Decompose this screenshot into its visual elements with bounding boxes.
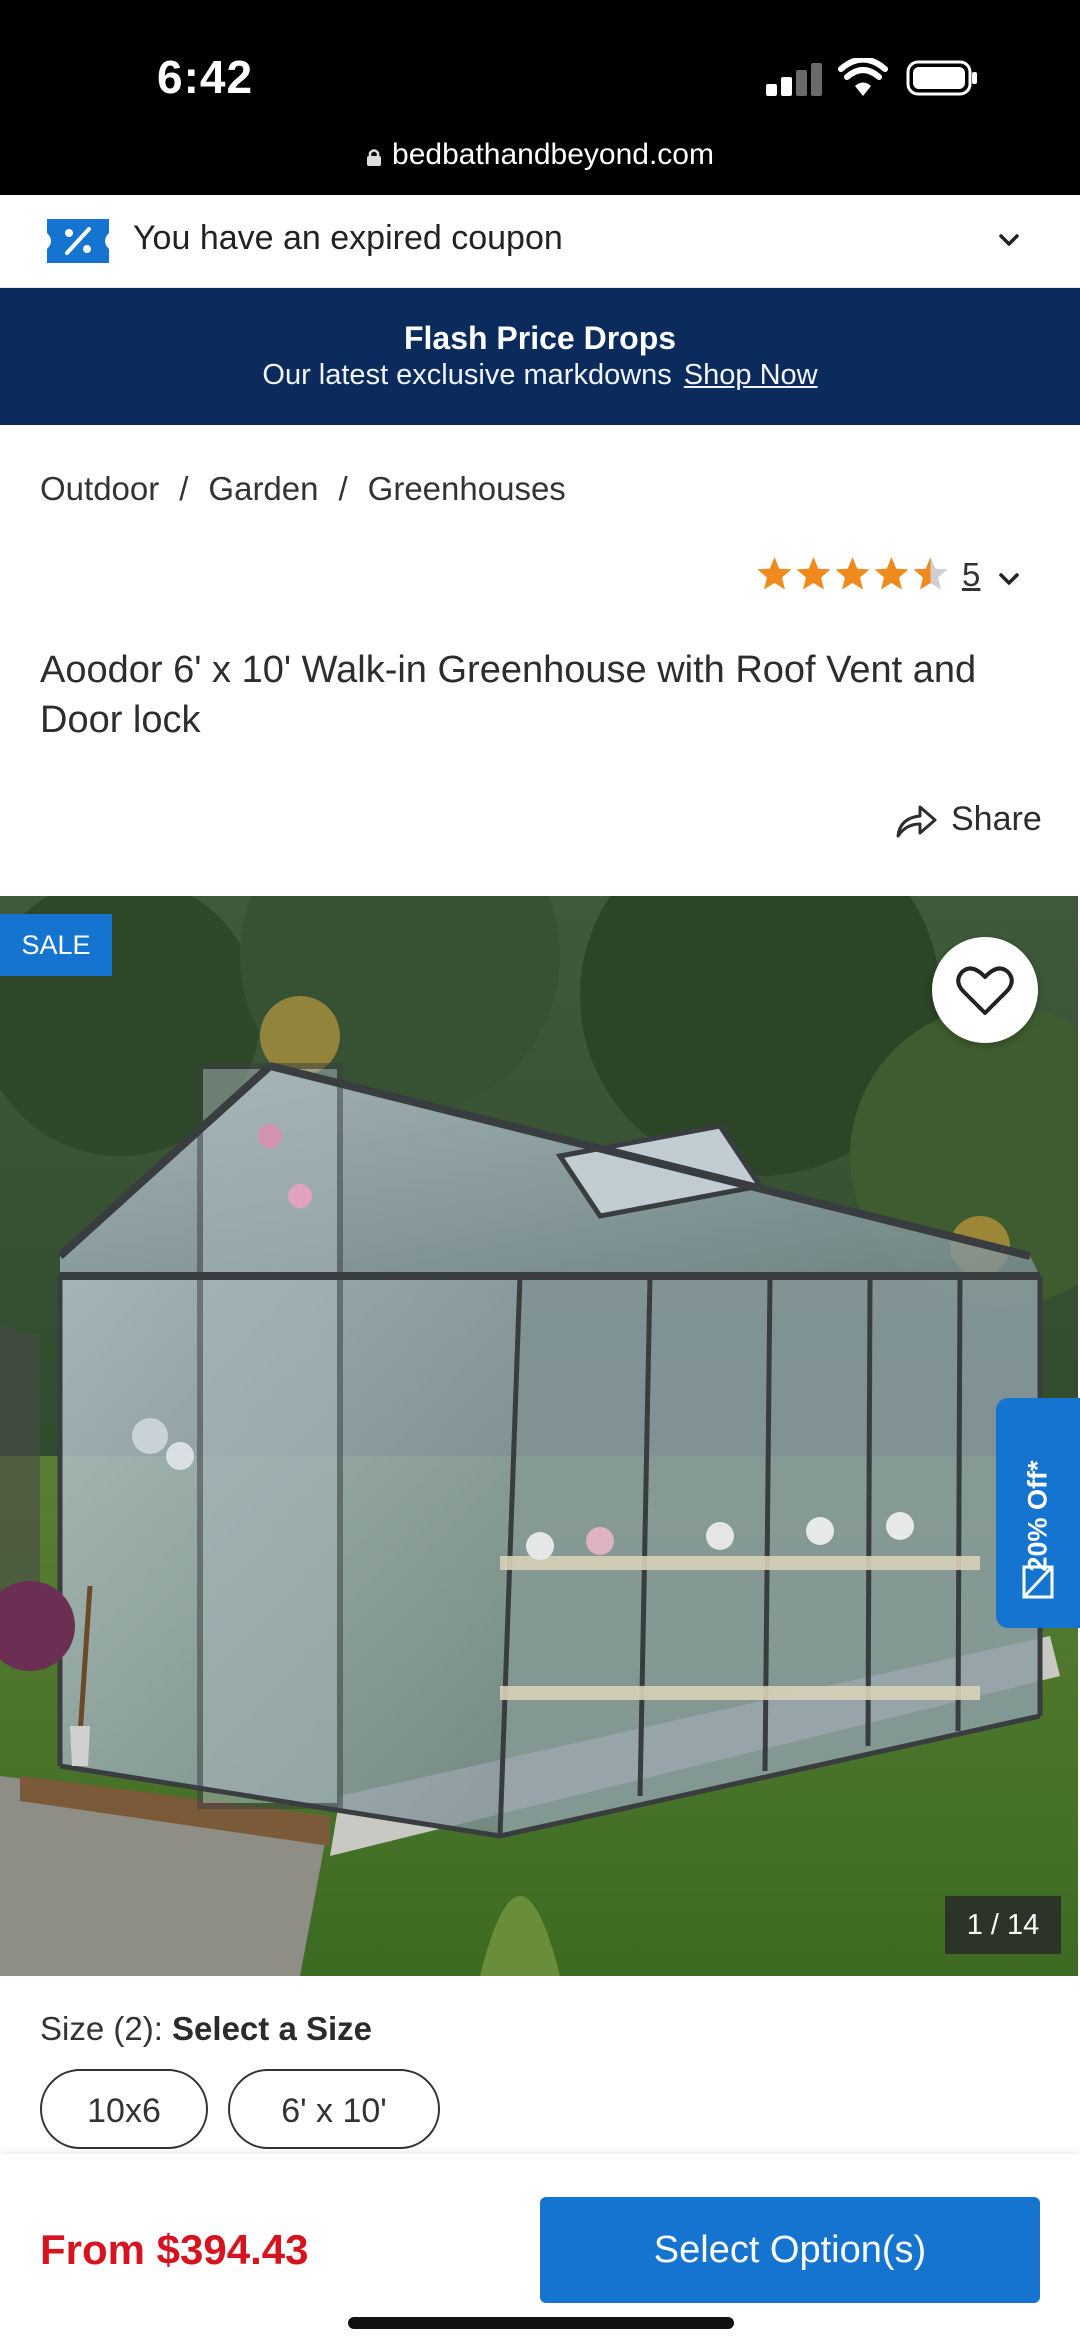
- shop-now-link[interactable]: Shop Now: [684, 359, 818, 391]
- size-option-6x10[interactable]: 6' x 10': [228, 2069, 440, 2149]
- share-arrow-icon[interactable]: [894, 802, 938, 840]
- breadcrumb-separator: /: [338, 470, 348, 507]
- tag-icon: [1022, 1565, 1054, 1599]
- promo-text: 20% Off*: [1022, 1460, 1053, 1572]
- expired-coupon-row[interactable]: You have an expired coupon: [0, 195, 1080, 288]
- size-option-10x6[interactable]: 10x6: [40, 2069, 208, 2149]
- heart-icon: [956, 966, 1014, 1015]
- size-label: Size (2): Select a Size: [40, 2010, 372, 2048]
- status-bar: 6:42 bedbathandbeyond.com: [0, 0, 1080, 195]
- home-indicator[interactable]: [348, 2317, 734, 2329]
- url-text: bedbathandbeyond.com: [392, 138, 714, 171]
- flash-title: Flash Price Drops: [403, 320, 677, 356]
- price: From $394.43: [40, 2226, 309, 2273]
- review-count[interactable]: 5: [962, 556, 980, 594]
- signal-icon: [766, 62, 822, 96]
- battery-icon: [906, 60, 977, 96]
- share-button[interactable]: Share: [951, 800, 1042, 839]
- breadcrumb: Outdoor / Garden / Greenhouses: [40, 470, 566, 508]
- chevron-down-icon[interactable]: [996, 227, 1022, 253]
- discount-promo-tab[interactable]: 20% Off*: [996, 1398, 1080, 1628]
- product-title: Aoodor 6' x 10' Walk-in Greenhouse with …: [40, 649, 977, 741]
- star-icon: [757, 557, 792, 590]
- lock-icon: [367, 149, 382, 166]
- breadcrumb-greenhouses[interactable]: Greenhouses: [368, 470, 566, 507]
- size-prompt: Select a Size: [172, 2010, 372, 2047]
- flash-subtitle: Our latest exclusive markdowns Shop Now: [0, 359, 1080, 392]
- breadcrumb-separator: /: [179, 470, 189, 507]
- url-bar[interactable]: bedbathandbeyond.com: [0, 138, 1080, 178]
- select-options-button[interactable]: Select Option(s): [540, 2197, 1040, 2303]
- star-icon: [796, 557, 831, 590]
- breadcrumb-outdoor[interactable]: Outdoor: [40, 470, 159, 507]
- status-time: 6:42: [157, 51, 254, 103]
- star-rating[interactable]: [756, 556, 951, 600]
- flash-price-banner: Flash Price Drops Our latest exclusive m…: [0, 288, 1080, 425]
- wifi-icon: [838, 58, 888, 96]
- image-counter: 1 / 14: [945, 1896, 1061, 1954]
- size-label-text: Size (2):: [40, 2010, 163, 2047]
- star-icon: [835, 557, 870, 590]
- sale-badge: SALE: [0, 914, 112, 976]
- add-to-favorites-button[interactable]: [932, 937, 1038, 1043]
- breadcrumb-garden[interactable]: Garden: [208, 470, 318, 507]
- flash-subtitle-text: Our latest exclusive markdowns: [262, 359, 672, 391]
- star-icon: [913, 557, 948, 590]
- product-image[interactable]: [0, 896, 1078, 1976]
- coupon-percent-icon: [47, 219, 109, 263]
- chevron-down-icon[interactable]: [996, 566, 1022, 592]
- greenhouse-photo: [0, 896, 1078, 1976]
- star-icon: [874, 557, 909, 590]
- coupon-text: You have an expired coupon: [133, 219, 563, 257]
